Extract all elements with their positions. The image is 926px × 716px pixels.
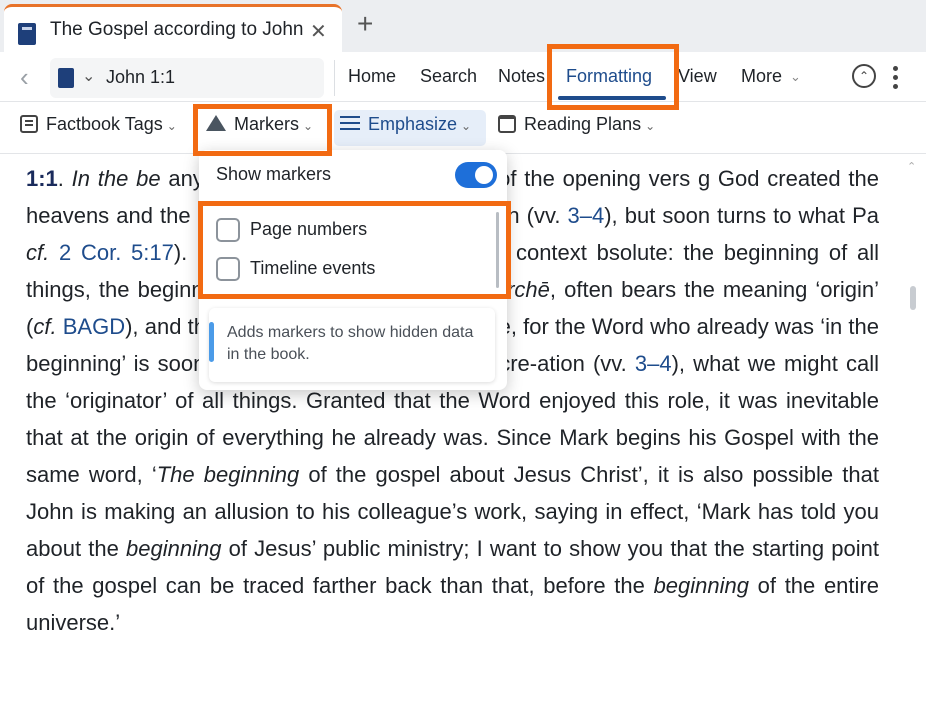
menu-home[interactable]: Home (348, 66, 396, 87)
menu-formatting[interactable]: Formatting (566, 66, 652, 87)
menu-notes[interactable]: Notes (498, 66, 545, 87)
italic-text: cf. (33, 314, 57, 339)
option-label: Timeline events (250, 258, 376, 278)
factbook-tags-button[interactable]: Factbook Tags ⌄ (20, 114, 177, 135)
italic-text: cf. (26, 240, 50, 265)
chevron-down-icon: ⌄ (166, 119, 177, 133)
book-icon (58, 68, 74, 88)
book-icon (18, 23, 36, 45)
reading-plans-button[interactable]: Reading Plans ⌄ (498, 114, 655, 135)
nav-bar: ‹ ⌄ John 1:1 Home Search Notes Formattin… (0, 52, 926, 102)
calendar-icon (498, 115, 516, 133)
cross-reference-link[interactable]: 3–4 (635, 351, 672, 376)
formatting-toolbar: Factbook Tags ⌄ Markers ⌄ Emphasize ⌄ Readi… (0, 102, 926, 154)
emphasize-button[interactable]: Emphasize ⌄ (340, 114, 471, 135)
emphasize-icon (340, 116, 360, 132)
markers-label: Markers (234, 114, 300, 134)
hint-card: Adds markers to show hidden data in the … (209, 308, 495, 382)
italic-text: In the be (71, 166, 161, 191)
checkbox[interactable] (216, 218, 240, 242)
checkbox[interactable] (216, 257, 240, 281)
reading-plans-label: Reading Plans (524, 114, 642, 134)
close-tab-icon[interactable]: ✕ (310, 19, 327, 44)
back-icon[interactable]: ‹ (20, 62, 29, 93)
kebab-menu-icon[interactable] (890, 64, 900, 90)
markers-button[interactable]: Markers ⌄ (206, 114, 313, 135)
option-label: Page numbers (250, 219, 368, 239)
new-tab-icon[interactable]: + (357, 8, 373, 40)
hint-text: Adds markers to show hidden data in the … (227, 324, 474, 363)
cross-reference-link[interactable]: 2 Cor. 5:17 (59, 240, 174, 265)
body-text (49, 240, 59, 265)
body-text: ), but soon turns to what Pa (604, 203, 880, 228)
collapse-up-icon[interactable]: ⌃ (852, 64, 876, 88)
marker-icon (206, 115, 226, 131)
tab-active[interactable]: The Gospel according to John ✕ (4, 4, 342, 52)
chevron-down-icon: ⌄ (461, 119, 472, 133)
italic-text: beginning (653, 573, 749, 598)
factbook-tags-label: Factbook Tags (46, 114, 163, 134)
cross-reference-link[interactable]: BAGD (63, 314, 125, 339)
cross-reference-link[interactable]: 3–4 (568, 203, 605, 228)
tab-strip: The Gospel according to John ✕ + (0, 0, 926, 52)
scroll-up-icon[interactable]: ⌃ (907, 160, 916, 173)
markers-dropdown: Show markers Page numbers Timeline event… (199, 150, 507, 390)
italic-text: The beginning (156, 462, 300, 487)
chevron-down-icon[interactable]: ⌄ (790, 69, 801, 85)
emphasize-label: Emphasize (368, 114, 458, 134)
show-markers-toggle[interactable] (455, 162, 497, 188)
show-markers-label: Show markers (216, 164, 332, 184)
scrollbar-thumb[interactable] (910, 286, 916, 310)
tag-icon (20, 115, 38, 133)
reference-box[interactable]: ⌄ John 1:1 (50, 58, 324, 98)
italic-text: beginning (126, 536, 222, 561)
divider (334, 60, 335, 96)
body-text: . (57, 166, 72, 191)
chevron-down-icon[interactable]: ⌄ (82, 66, 95, 86)
active-tab-indicator (558, 96, 666, 100)
info-accent-bar (209, 322, 214, 362)
toggle-knob (475, 166, 493, 184)
menu-search[interactable]: Search (420, 66, 477, 87)
dropdown-scrollbar[interactable] (496, 212, 499, 288)
verse-number[interactable]: 1:1 (26, 166, 58, 191)
reference-text[interactable]: John 1:1 (106, 67, 175, 88)
menu-view[interactable]: View (678, 66, 717, 87)
tab-title: The Gospel according to John (50, 19, 304, 40)
chevron-down-icon: ⌄ (303, 119, 314, 133)
menu-more[interactable]: More (741, 66, 782, 87)
chevron-down-icon: ⌄ (645, 119, 656, 133)
